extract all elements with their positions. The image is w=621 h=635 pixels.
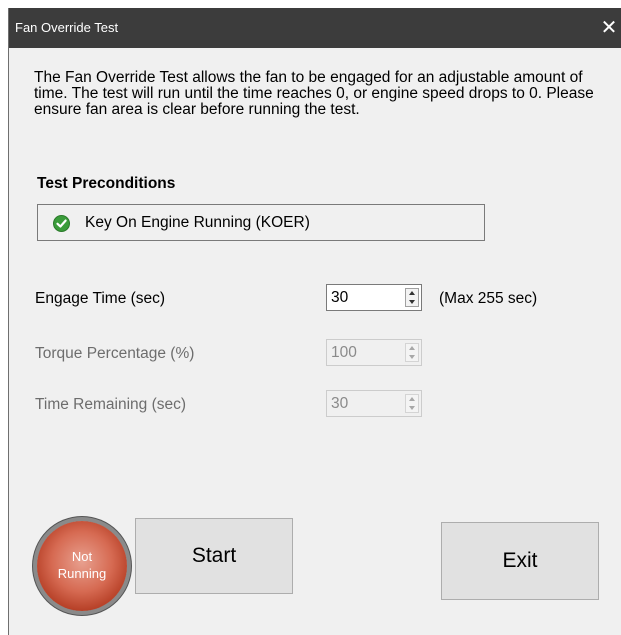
running-status-indicator: Not Running xyxy=(37,521,127,611)
torque-percentage-spin-buttons xyxy=(405,343,419,362)
spin-down-button[interactable] xyxy=(406,298,418,306)
spin-down-button xyxy=(406,353,418,361)
arrow-up-icon xyxy=(409,346,415,350)
check-circle-icon xyxy=(53,215,70,232)
status-text: Not Running xyxy=(37,548,127,582)
arrow-down-icon xyxy=(409,406,415,410)
torque-percentage-stepper: 100 xyxy=(326,339,422,366)
exit-button[interactable]: Exit xyxy=(441,522,599,600)
precondition-item-koer: Key On Engine Running (KOER) xyxy=(37,204,485,241)
precondition-label: Key On Engine Running (KOER) xyxy=(85,214,310,231)
spin-up-button xyxy=(406,395,418,403)
arrow-up-icon xyxy=(409,291,415,295)
arrow-up-icon xyxy=(409,397,415,401)
status-line-2: Running xyxy=(57,566,107,581)
close-icon[interactable]: ✕ xyxy=(596,8,621,48)
start-button[interactable]: Start xyxy=(135,518,293,594)
engage-time-spin-buttons[interactable] xyxy=(405,288,419,307)
engage-time-value[interactable]: 30 xyxy=(331,289,348,307)
test-description: The Fan Override Test allows the fan to … xyxy=(34,69,594,118)
test-preconditions-heading: Test Preconditions xyxy=(37,175,176,192)
title-bar[interactable]: Fan Override Test ✕ xyxy=(9,8,621,48)
arrow-down-icon xyxy=(409,355,415,359)
time-remaining-value: 30 xyxy=(331,395,349,412)
status-line-1: Not xyxy=(71,549,93,564)
time-remaining-stepper: 30 xyxy=(326,390,422,417)
torque-percentage-value: 100 xyxy=(331,344,357,361)
torque-percentage-label: Torque Percentage (%) xyxy=(35,345,195,362)
arrow-down-icon xyxy=(409,300,415,304)
spin-up-button xyxy=(406,344,418,352)
engage-time-label: Engage Time (sec) xyxy=(35,290,166,307)
spin-down-button xyxy=(406,404,418,412)
time-remaining-label: Time Remaining (sec) xyxy=(35,396,187,413)
spin-up-button[interactable] xyxy=(406,289,418,297)
fan-override-dialog: Fan Override Test ✕ The Fan Override Tes… xyxy=(8,8,621,635)
window-title: Fan Override Test xyxy=(15,20,119,35)
engage-time-max-note: (Max 255 sec) xyxy=(439,290,538,307)
time-remaining-spin-buttons xyxy=(405,394,419,413)
engage-time-stepper[interactable]: 30 xyxy=(326,284,422,311)
